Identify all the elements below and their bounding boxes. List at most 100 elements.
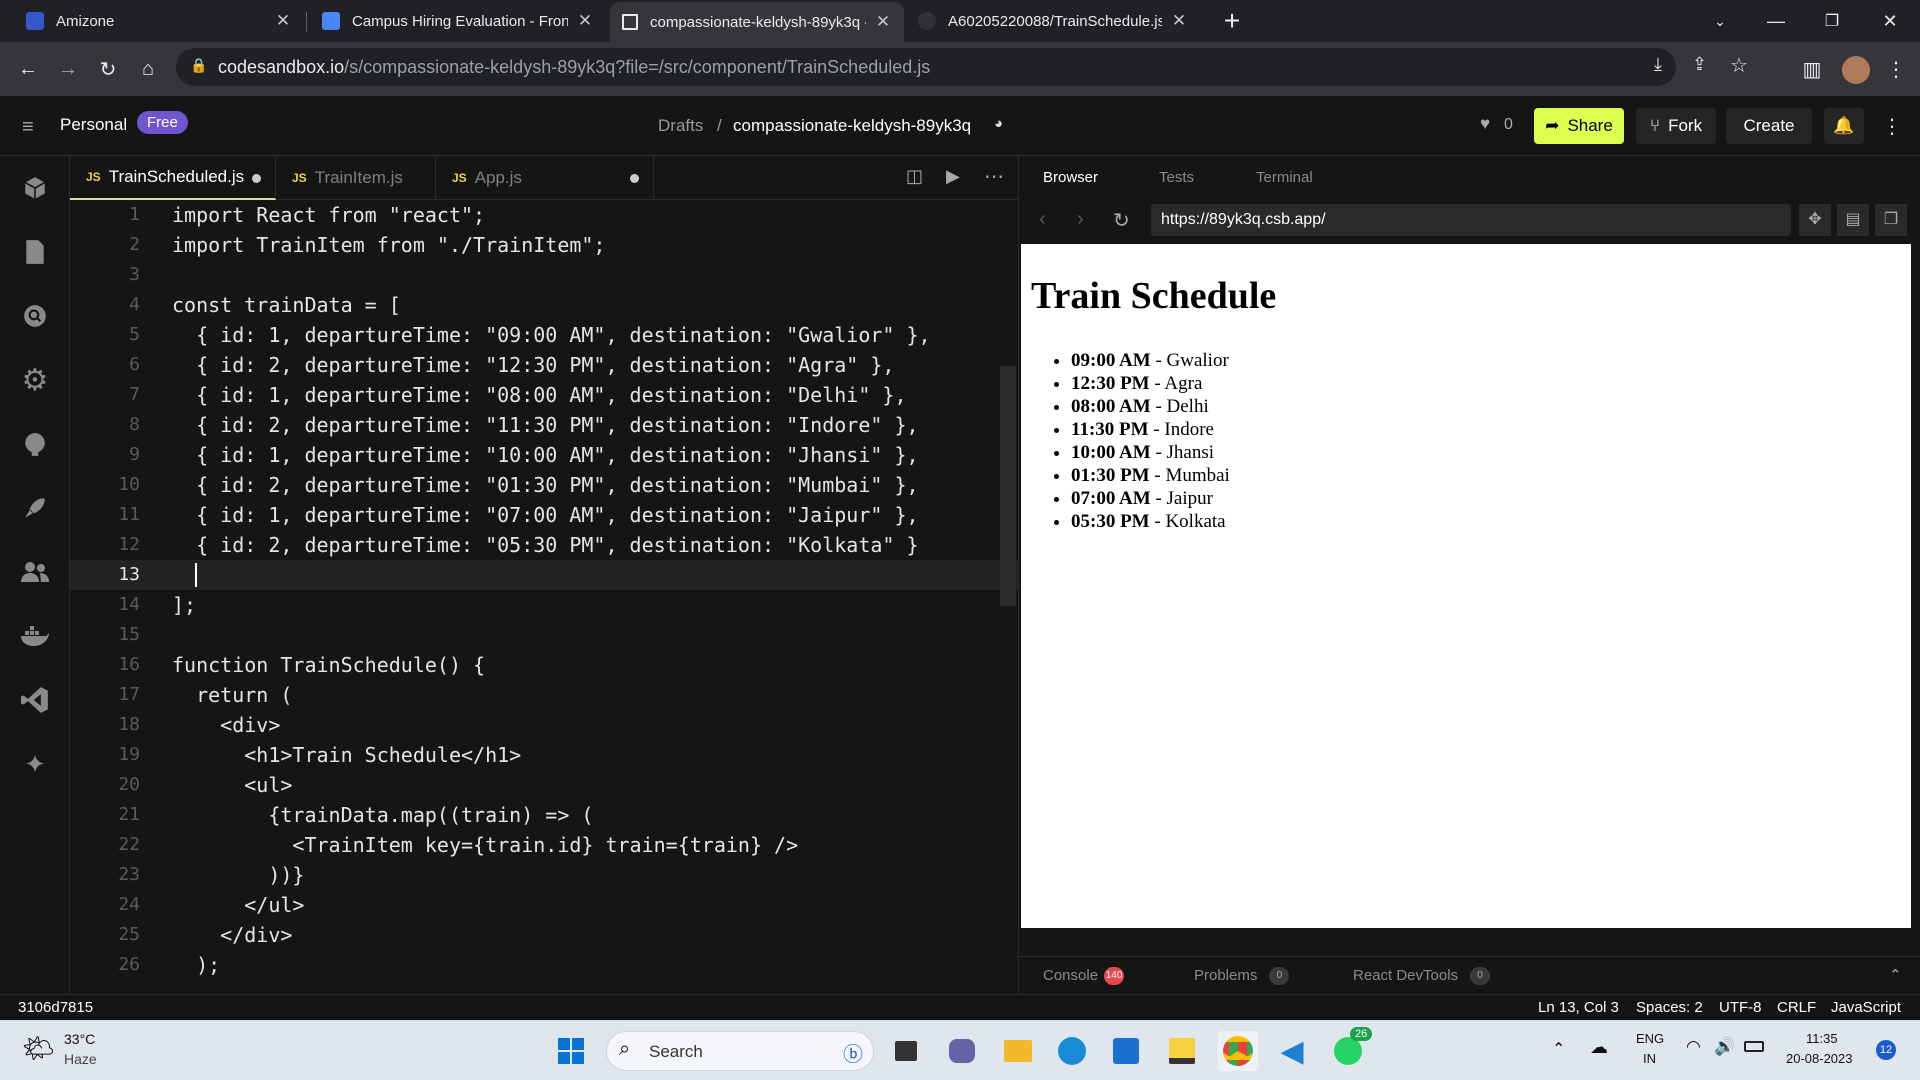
taskbar-search-box[interactable]: ⌕ Search ⓑ <box>606 1031 874 1071</box>
open-preview-icon[interactable]: ▶ <box>946 166 960 187</box>
file-explorer-icon[interactable] <box>998 1031 1038 1071</box>
profile-avatar[interactable] <box>1842 56 1870 84</box>
commit-hash[interactable]: 3106d7815 <box>18 999 93 1016</box>
edge-icon[interactable] <box>1052 1031 1092 1071</box>
tab-terminal[interactable]: Terminal <box>1256 156 1313 200</box>
preview-forward-icon[interactable]: › <box>1077 208 1084 231</box>
sandbox-name[interactable]: compassionate-keldysh-89yk3q <box>733 116 971 136</box>
explorer-file-icon[interactable] <box>17 234 53 270</box>
vscode-taskbar-icon[interactable]: ◀ <box>1272 1031 1312 1071</box>
responsive-mode-icon[interactable]: ▤ <box>1837 204 1869 236</box>
editor-scrollbar[interactable] <box>1000 366 1016 606</box>
windows-start-icon[interactable] <box>551 1031 591 1071</box>
new-tab-button[interactable]: + <box>1206 0 1258 42</box>
expand-panel-chevron-icon[interactable]: ⌃ <box>1889 957 1902 995</box>
create-label: Create <box>1743 116 1795 135</box>
unsaved-dot-icon[interactable] <box>630 174 639 183</box>
minimize-button[interactable]: — <box>1748 0 1804 42</box>
indentation[interactable]: Spaces: 2 <box>1636 999 1703 1016</box>
volume-icon[interactable]: 🔊 <box>1714 1037 1735 1057</box>
deploy-rocket-icon[interactable] <box>17 490 53 526</box>
browser-tab-campus-hiring[interactable]: Campus Hiring Evaluation - Front ✕ <box>310 0 606 42</box>
bookmark-star-icon[interactable]: ☆ <box>1730 53 1748 78</box>
language-top[interactable]: ENG <box>1636 1031 1664 1046</box>
line-ending[interactable]: CRLF <box>1777 999 1816 1016</box>
tab-problems[interactable]: Problems 0 <box>1194 957 1290 995</box>
browser-tab-amizone[interactable]: Amizone ✕ <box>14 0 304 42</box>
url-host: codesandbox.io <box>218 57 345 77</box>
weather-temp[interactable]: 33°C <box>64 1031 95 1047</box>
restore-button[interactable]: ❐ <box>1804 0 1860 42</box>
notification-count-badge[interactable]: 12 <box>1876 1040 1896 1060</box>
live-users-icon[interactable] <box>17 554 53 590</box>
wifi-icon[interactable]: ◠ <box>1686 1037 1701 1057</box>
workspace-name[interactable]: Personal <box>60 115 127 135</box>
language-mode[interactable]: JavaScript <box>1831 999 1901 1016</box>
editor-tab-trainitem[interactable]: JS TrainItem.js <box>276 156 436 200</box>
create-button[interactable]: Create <box>1726 108 1812 144</box>
tab-search-chevron-icon[interactable]: ⌄ <box>1692 0 1748 42</box>
editor-more-icon[interactable]: ⋯ <box>984 164 1004 189</box>
teams-chat-icon[interactable] <box>942 1031 982 1071</box>
editor-tab-trainscheduled[interactable]: JS TrainScheduled.js <box>70 156 276 200</box>
browser-tab-github[interactable]: A60205220088/TrainSchedule.js a ✕ <box>906 0 1200 42</box>
code-text: ); <box>172 953 221 977</box>
more-options-icon[interactable]: ⋮ <box>1882 114 1902 139</box>
preview-reload-icon[interactable]: ↻ <box>1113 208 1130 233</box>
breadcrumb-drafts[interactable]: Drafts <box>658 116 703 136</box>
close-window-button[interactable]: ✕ <box>1862 0 1918 42</box>
address-bar[interactable]: 🔒 codesandbox.io/s/compassionate-keldysh… <box>176 48 1748 86</box>
docker-icon[interactable] <box>17 618 53 654</box>
fork-button[interactable]: ⑂ Fork <box>1636 108 1716 144</box>
file-encoding[interactable]: UTF-8 <box>1719 999 1762 1016</box>
github-icon[interactable] <box>17 426 53 462</box>
search-icon[interactable] <box>17 298 53 334</box>
preview-url-input[interactable]: https://89yk3q.csb.app/ <box>1151 204 1791 236</box>
home-icon[interactable]: ⌂ <box>132 53 164 85</box>
tab-browser[interactable]: Browser <box>1043 156 1098 200</box>
clock-date[interactable]: 20-08-2023 <box>1786 1051 1853 1066</box>
tab-console[interactable]: Console 140 <box>1043 957 1125 995</box>
close-tab-icon[interactable]: ✕ <box>874 12 892 32</box>
battery-icon[interactable] <box>1744 1041 1764 1052</box>
sandbox-cube-icon[interactable] <box>17 170 53 206</box>
whatsapp-icon[interactable]: 26 <box>1328 1027 1373 1071</box>
chrome-menu-icon[interactable]: ⋮ <box>1880 53 1912 85</box>
cursor-position[interactable]: Ln 13, Col 3 <box>1538 999 1619 1016</box>
share-button[interactable]: ➦ Share <box>1534 108 1624 144</box>
hamburger-menu-icon[interactable]: ≡ <box>22 116 34 139</box>
chrome-icon[interactable] <box>1218 1031 1258 1071</box>
sparkles-ai-icon[interactable]: ✦ <box>17 746 53 782</box>
open-devtools-icon[interactable]: ✥ <box>1799 204 1831 236</box>
heart-icon[interactable]: ♥ <box>1480 114 1490 134</box>
settings-gear-icon[interactable]: ⚙ <box>17 362 53 398</box>
microsoft-store-icon[interactable] <box>1106 1031 1146 1071</box>
tab-tests[interactable]: Tests <box>1159 156 1194 200</box>
task-view-icon[interactable] <box>886 1031 926 1071</box>
reload-icon[interactable]: ↻ <box>92 53 124 85</box>
preview-back-icon[interactable]: ‹ <box>1039 208 1046 231</box>
code-area[interactable]: 1 import React from "react"; 2 import Trai… <box>70 200 1018 994</box>
vscode-icon[interactable] <box>17 682 53 718</box>
sticky-notes-icon[interactable] <box>1162 1031 1202 1071</box>
tab-react-devtools[interactable]: React DevTools 0 <box>1353 957 1491 995</box>
onedrive-cloud-icon[interactable]: ☁ <box>1590 1037 1608 1058</box>
split-editor-icon[interactable]: ◫ <box>906 166 923 187</box>
weather-haze-icon[interactable]: 🌤 <box>22 1033 55 1064</box>
url-path: /s/compassionate-keldysh-89yk3q?file=/sr… <box>344 57 931 77</box>
show-hidden-icons-chevron-icon[interactable]: ⌃ <box>1552 1039 1565 1059</box>
side-panel-icon[interactable]: ▥ <box>1796 53 1828 85</box>
clock-time[interactable]: 11:35 <box>1806 1031 1838 1046</box>
close-tab-icon[interactable]: ✕ <box>274 11 292 31</box>
install-app-icon[interactable]: ⤓ <box>1654 54 1662 75</box>
share-page-icon[interactable]: ⇪ <box>1692 54 1707 75</box>
browser-tab-codesandbox[interactable]: compassionate-keldysh-89yk3q - ✕ <box>610 2 904 42</box>
unsaved-dot-icon[interactable] <box>252 174 261 183</box>
back-arrow-icon[interactable]: ← <box>12 53 44 85</box>
forward-arrow-icon[interactable]: → <box>52 53 84 85</box>
editor-tab-app[interactable]: JS App.js <box>436 156 654 200</box>
notifications-bell-icon[interactable]: 🔔 <box>1824 108 1864 144</box>
close-tab-icon[interactable]: ✕ <box>576 11 594 31</box>
open-new-window-icon[interactable]: ❐ <box>1875 204 1907 236</box>
close-tab-icon[interactable]: ✕ <box>1170 11 1188 31</box>
